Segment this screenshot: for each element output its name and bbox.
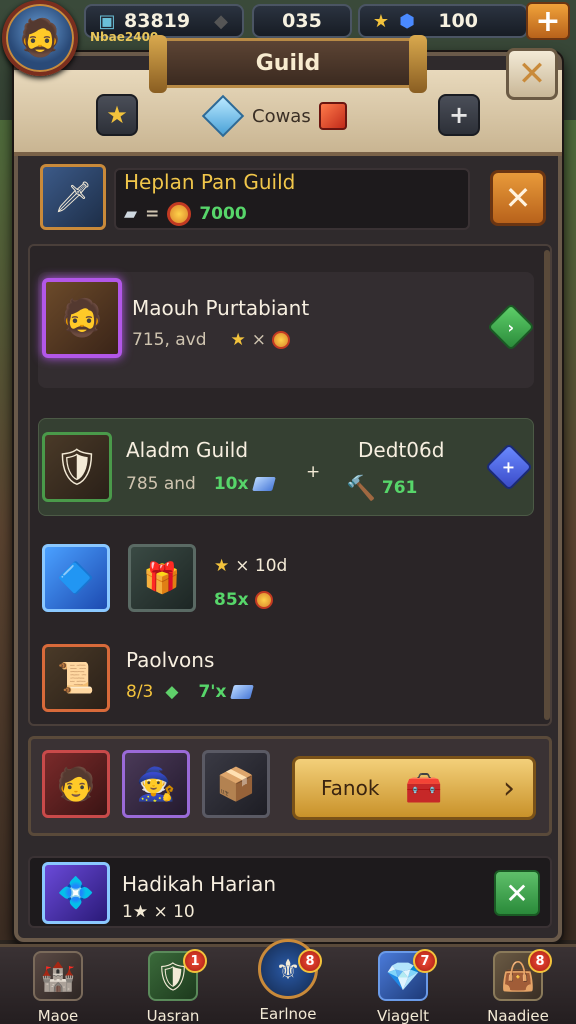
hero-portrait: 🧔: [42, 278, 122, 358]
resource-2-value: 035: [282, 10, 322, 32]
currency-display: Cowas: [201, 94, 347, 138]
favorite-star-button[interactable]: ★: [96, 94, 138, 136]
currency-label: Cowas: [252, 105, 311, 127]
nav-item-naadiee[interactable]: 👜 8 Naadiee: [466, 947, 570, 1024]
card-2-right-value: 761: [381, 478, 418, 498]
nav-item-viagelt[interactable]: 💎 7 Viagelt: [351, 947, 455, 1024]
nav-label: Viagelt: [376, 1007, 430, 1024]
notification-badge: 8: [298, 949, 322, 973]
list-scrollbar[interactable]: [544, 250, 550, 720]
reward-title: Hadikah Harian: [122, 872, 277, 896]
card-2-count: 10x: [213, 474, 249, 494]
page-title-text: Guild: [255, 50, 321, 76]
close-button[interactable]: ✕: [506, 48, 558, 100]
nav-label: Uasran: [146, 1007, 200, 1024]
nav-label: Maoe: [37, 1007, 79, 1024]
chevron-right-icon: ›: [503, 770, 515, 806]
card-1-title: Maouh Purtabiant: [132, 296, 310, 320]
notification-badge: 8: [528, 949, 552, 973]
item-row-1-stat-2: 85x: [214, 590, 273, 610]
player-avatar[interactable]: 🧔: [2, 0, 78, 76]
guild-emblem-icon[interactable]: 🗡: [40, 164, 106, 230]
item-row-2-right: 7'x: [198, 682, 227, 702]
silver-icon: ▰: [124, 204, 138, 224]
nav-item-earlnoe[interactable]: ⚜ 8 Earlnoe: [236, 939, 340, 1024]
add-button[interactable]: +: [438, 94, 480, 136]
castle-icon: 🏰: [33, 951, 83, 1001]
crystal-shard-icon[interactable]: 🔷: [42, 544, 110, 612]
resource-3-value: 100: [438, 10, 478, 32]
guild-meta: ▰ = 7000: [124, 202, 247, 226]
card-2-right-title: Dedt06d: [358, 438, 445, 462]
green-chest-icon[interactable]: 🎁: [128, 544, 196, 612]
star-icon: ★: [106, 101, 128, 129]
card-2-title: Aladm Guild: [126, 438, 249, 462]
open-chest-label: Fanok: [321, 776, 380, 800]
add-resource-button[interactable]: +: [526, 2, 570, 40]
nav-item-uasran[interactable]: 🛡 1 Uasran: [121, 947, 225, 1024]
star-icon: ★: [230, 330, 246, 350]
claim-reward-button[interactable]: ✕: [494, 870, 540, 916]
bottom-nav: 🏰 Maoe 🛡 1 Uasran ⚜ 8 Earlnoe 💎 7 Viagel…: [0, 939, 576, 1024]
hammer-icon: 🔨: [346, 474, 376, 502]
green-gem-icon: ◆: [165, 682, 179, 702]
blue-gem-icon: ⬢: [399, 10, 415, 32]
reward-value: 1★ × 10: [122, 902, 195, 922]
guild-meta-sep: =: [145, 204, 160, 224]
guild-close-button[interactable]: ✕: [490, 170, 546, 226]
nav-label: Earlnoe: [259, 1005, 317, 1023]
chest-icon: 🧰: [405, 770, 443, 806]
list-item[interactable]: [38, 418, 534, 516]
ore-icon: ◆: [214, 10, 228, 32]
red-gem-icon: [318, 102, 347, 130]
item-row-2-title: Paolvons: [126, 648, 215, 672]
card-2-sub-left: 785 and: [126, 474, 196, 494]
guild-value: 7000: [199, 204, 247, 224]
hero-slot-2[interactable]: 🧙: [122, 750, 190, 818]
card-1-sub-right: ×: [251, 330, 267, 350]
resource-pill-2: 035: [252, 4, 352, 38]
card-2-right: 🔨 761: [346, 474, 417, 502]
guild-name: Heplan Pan Guild: [124, 170, 296, 194]
star-crown-icon: ★: [372, 10, 390, 32]
item-row-2-stats: 8/3 ◆ 7'x: [126, 682, 255, 702]
open-chest-button[interactable]: Fanok 🧰 ›: [292, 756, 536, 820]
coin-icon: [272, 331, 291, 349]
item-row-1-stat-2-value: 85x: [214, 590, 249, 610]
card-2-plus: +: [306, 462, 321, 482]
hero-slot-3[interactable]: 📦: [202, 750, 270, 818]
card-1-sub: 715, avd ★ ×: [132, 330, 291, 350]
guild-shield-icon: 🛡: [42, 432, 112, 502]
coin-icon: [254, 591, 273, 609]
item-row-1-stat-1-value: × 10d: [235, 556, 288, 576]
star-icon: ★: [214, 556, 230, 576]
ticket-icon: [252, 477, 277, 491]
coin-icon: [167, 202, 192, 226]
ticket-icon: [230, 685, 255, 699]
item-row-2-left: 8/3: [126, 682, 154, 702]
scroll-relic-icon[interactable]: 📜: [42, 644, 110, 712]
page-title: Guild: [149, 35, 427, 93]
nav-label: Naadiee: [487, 1007, 549, 1024]
guild-row: 🗡 Heplan Pan Guild ▰ = 7000 ✕: [28, 160, 548, 236]
item-row-1-stat-1: ★ × 10d: [214, 556, 287, 576]
notification-badge: 7: [413, 949, 437, 973]
card-1-sub-left: 715, avd: [132, 330, 207, 350]
crystal-icon: [201, 94, 245, 138]
purple-gem-icon: 💠: [42, 862, 110, 924]
card-2-sub: 785 and 10x: [126, 474, 277, 494]
hero-slot-1[interactable]: 🧑: [42, 750, 110, 818]
nav-item-maoe[interactable]: 🏰 Maoe: [6, 947, 110, 1024]
resource-1-value: 83819: [124, 10, 191, 32]
resource-pill-3: ★ ⬢ 100: [358, 4, 528, 38]
notification-badge: 1: [183, 949, 207, 973]
